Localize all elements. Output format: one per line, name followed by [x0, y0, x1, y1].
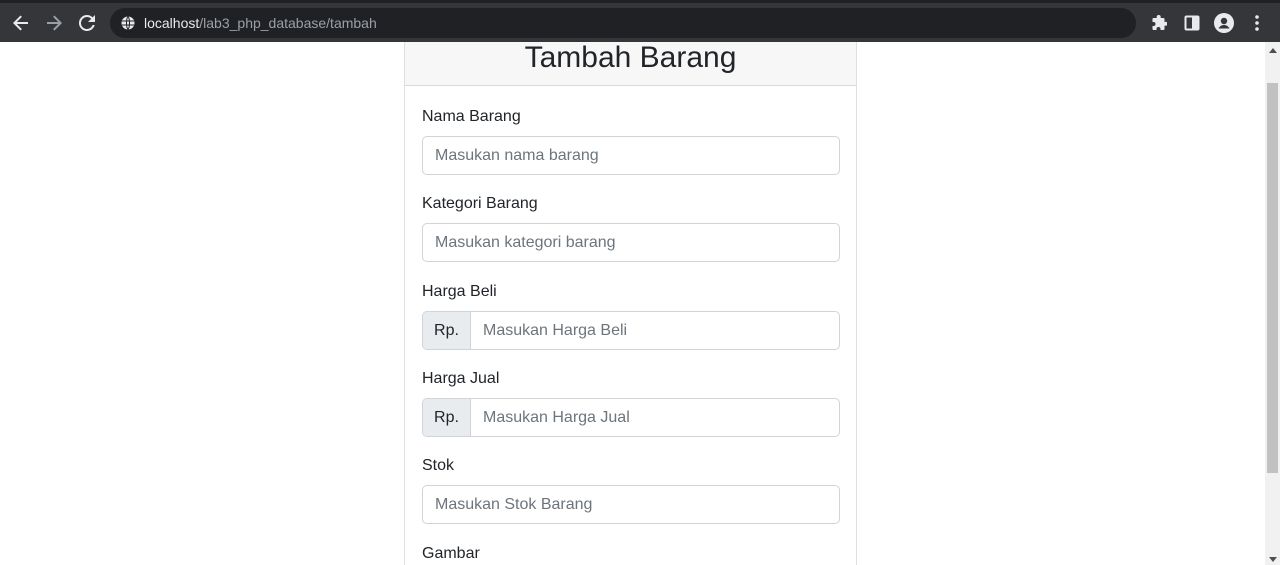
- side-panel-button[interactable]: [1181, 12, 1203, 34]
- address-bar[interactable]: localhost/lab3_php_database/tambah: [110, 8, 1136, 38]
- reload-button[interactable]: [74, 10, 100, 36]
- card-header: Tambah Barang: [405, 42, 856, 86]
- profile-button[interactable]: [1213, 12, 1235, 34]
- field-kategori-barang: Kategori Barang: [422, 194, 840, 262]
- harga-beli-label: Harga Beli: [422, 283, 497, 300]
- harga-beli-prefix: Rp.: [423, 312, 471, 349]
- harga-beli-input[interactable]: [471, 312, 839, 349]
- forward-arrow-icon: [47, 15, 62, 31]
- kategori-barang-control: [422, 223, 840, 262]
- nama-barang-control: [422, 136, 840, 175]
- harga-jual-input[interactable]: [471, 399, 839, 436]
- harga-jual-prefix: Rp.: [423, 399, 471, 436]
- stok-label: Stok: [422, 457, 455, 474]
- field-harga-jual: Harga Jual Rp.: [422, 369, 840, 437]
- stok-control: [422, 485, 840, 524]
- back-arrow-icon: [13, 15, 28, 31]
- field-nama-barang: Nama Barang: [422, 107, 840, 175]
- tab-strip: [0, 0, 835, 3]
- field-gambar: Gambar: [422, 544, 840, 564]
- forward-button[interactable]: [41, 10, 67, 36]
- nama-barang-input[interactable]: [423, 137, 839, 174]
- menu-button[interactable]: [1246, 12, 1268, 34]
- scrollbar-thumb[interactable]: [1267, 83, 1278, 473]
- kategori-barang-input[interactable]: [423, 224, 839, 261]
- url-host: localhost: [144, 15, 200, 31]
- url-text: localhost/lab3_php_database/tambah: [144, 8, 377, 38]
- scroll-down-icon[interactable]: [1269, 557, 1277, 562]
- gambar-label: Gambar: [422, 545, 480, 562]
- harga-beli-input-group: Rp.: [422, 311, 840, 350]
- extensions-button[interactable]: [1148, 12, 1170, 34]
- site-info-icon[interactable]: [121, 16, 135, 30]
- form-card: Tambah Barang Nama Barang Kategori Baran…: [404, 42, 857, 565]
- harga-jual-input-group: Rp.: [422, 398, 840, 437]
- back-button[interactable]: [8, 10, 34, 36]
- reload-icon: [79, 15, 95, 31]
- harga-jual-label: Harga Jual: [422, 370, 500, 387]
- page-scrollbar[interactable]: [1265, 42, 1280, 565]
- tab-strip-right: [1005, 0, 1280, 3]
- url-path: /lab3_php_database/tambah: [199, 15, 377, 31]
- browser-toolbar: localhost/lab3_php_database/tambah: [0, 0, 1280, 42]
- extensions-icon: [1152, 15, 1167, 30]
- scroll-up-icon[interactable]: [1269, 48, 1277, 53]
- profile-icon: [1214, 13, 1234, 33]
- page-viewport: Tambah Barang Nama Barang Kategori Baran…: [0, 42, 1265, 565]
- stok-input[interactable]: [423, 486, 839, 523]
- nama-barang-label: Nama Barang: [422, 108, 521, 125]
- field-harga-beli: Harga Beli Rp.: [422, 282, 840, 350]
- menu-dots-icon: [1255, 15, 1259, 31]
- kategori-barang-label: Kategori Barang: [422, 195, 538, 212]
- side-panel-icon: [1184, 15, 1200, 31]
- field-stok: Stok: [422, 456, 840, 524]
- page-title: Tambah Barang: [524, 42, 737, 74]
